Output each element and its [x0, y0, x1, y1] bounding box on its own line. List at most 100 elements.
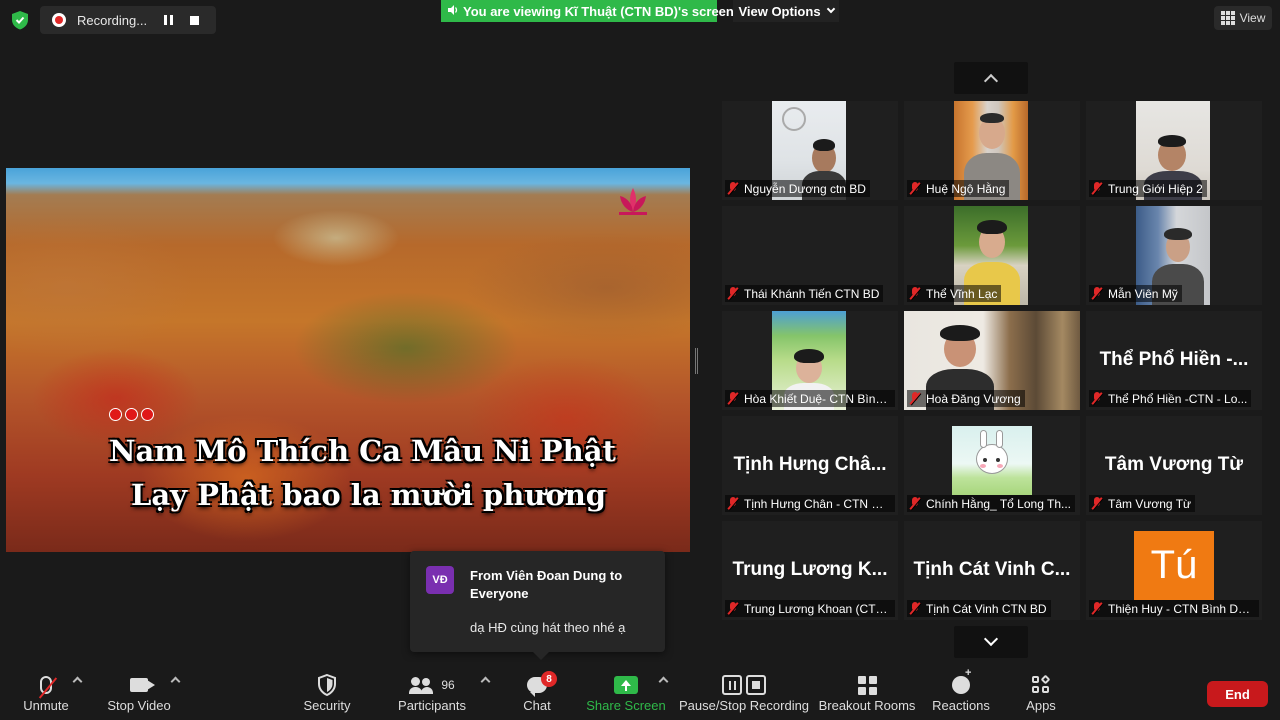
participant-nameplate: Huệ Ngộ Hằng: [907, 180, 1010, 197]
apps-icon: [1032, 674, 1051, 694]
stop-icon: [189, 15, 199, 25]
participant-nameplate: Nguyễn Dương ctn BD: [725, 180, 870, 197]
lotus-logo-icon: [619, 188, 647, 215]
participant-nameplate: Mẫn Viên Mỹ: [1089, 285, 1182, 302]
participant-tile[interactable]: Tú Thiện Huy - CTN Bình Dư...: [1086, 521, 1262, 620]
sender-avatar: VĐ: [426, 566, 454, 594]
reactions-smiley-icon: [952, 667, 971, 694]
shared-screen-video[interactable]: Nam Mô Thích Ca Mâu Ni Phật Lạy Phật bao…: [6, 168, 690, 552]
encryption-shield-icon[interactable]: [9, 9, 31, 31]
participant-nameplate: Thiện Huy - CTN Bình Dư...: [1089, 600, 1259, 617]
participant-nameplate: Tịnh Hưng Chân - CTN Bì...: [725, 495, 895, 512]
apps-label: Apps: [1026, 698, 1056, 713]
stop-video-label: Stop Video: [107, 698, 171, 713]
view-label: View: [1239, 11, 1266, 25]
lyric-line-1: Nam Mô Thích Ca Mâu Ni Phật: [109, 434, 616, 468]
unmute-button[interactable]: Unmute: [18, 662, 74, 720]
participant-nameplate: Trung Lương Khoan (CTN...: [725, 600, 895, 617]
pause-stop-recording-label: Pause/Stop Recording: [678, 698, 810, 713]
participants-options-caret-icon[interactable]: [480, 676, 491, 687]
meeting-toolbar: Unmute Stop Video Security 96 Participan…: [0, 662, 1280, 720]
chevron-down-icon: [826, 4, 835, 14]
end-meeting-button[interactable]: End: [1207, 681, 1268, 707]
participant-tile[interactable]: Tịnh Hưng Châ... Tịnh Hưng Chân - CTN Bì…: [722, 416, 898, 515]
panel-resize-handle[interactable]: [695, 348, 698, 374]
chat-sender: From Viên Đoan Dung to Everyone: [470, 568, 623, 601]
participant-tile[interactable]: Hòa Khiết Duệ- CTN Bình...: [722, 311, 898, 410]
pause-stop-recording-button[interactable]: Pause/Stop Recording: [678, 662, 810, 720]
unmute-label: Unmute: [23, 698, 69, 713]
microphone-muted-icon: [38, 676, 58, 699]
muted-mic-icon: [1091, 392, 1103, 405]
participant-tile[interactable]: Thể Phổ Hiền -... Thể Phổ Hiền -CTN - Lo…: [1086, 311, 1262, 410]
participants-icon: [409, 676, 434, 694]
participant-nameplate: Trung Giới Hiệp 2: [1089, 180, 1207, 197]
participant-avatar-image: [952, 426, 1032, 495]
chat-bubble-icon: 8: [527, 671, 557, 697]
chat-label: Chat: [523, 698, 551, 713]
participant-nameplate: Tịnh Cát Vinh CTN BD: [907, 600, 1051, 617]
gallery-page-down-button[interactable]: [954, 626, 1028, 658]
recording-indicator: Recording...: [40, 6, 216, 34]
chevron-down-icon: [983, 631, 999, 647]
participant-nameplate: Tâm Vương Từ: [1089, 495, 1196, 512]
share-screen-icon: [614, 676, 638, 694]
participant-avatar: Tú: [1134, 531, 1214, 600]
participant-tile[interactable]: Trung Giới Hiệp 2: [1086, 101, 1262, 200]
muted-mic-icon: [1091, 287, 1103, 300]
muted-mic-icon: [1091, 602, 1103, 615]
participants-button[interactable]: 96 Participants: [396, 662, 468, 720]
lyric-line-2: Lạy Phật bao la mười phương: [131, 478, 607, 512]
muted-mic-icon: [727, 287, 739, 300]
breakout-rooms-button[interactable]: Breakout Rooms: [819, 662, 915, 720]
participant-tile[interactable]: Tịnh Cát Vinh C... Tịnh Cát Vinh CTN BD: [904, 521, 1080, 620]
muted-mic-icon: [909, 392, 921, 405]
participants-count: 96: [441, 678, 455, 692]
muted-mic-icon: [727, 392, 739, 405]
recording-dot-icon: [52, 13, 66, 27]
chat-unread-badge: 8: [541, 671, 557, 687]
security-label: Security: [303, 698, 351, 713]
breakout-rooms-icon: [857, 675, 877, 695]
reactions-button[interactable]: Reactions: [932, 662, 990, 720]
pause-icon: [163, 15, 173, 25]
stop-video-button[interactable]: Stop Video: [104, 662, 174, 720]
participant-tile[interactable]: Nguyễn Dương ctn BD: [722, 101, 898, 200]
viewing-banner-text: You are viewing Kĩ Thuật (CTN BD)'s scre…: [463, 3, 734, 19]
participants-label: Participants: [398, 698, 466, 713]
reactions-label: Reactions: [932, 698, 990, 713]
speaker-icon: [447, 4, 459, 19]
participant-tile[interactable]: Tâm Vương Từ Tâm Vương Từ: [1086, 416, 1262, 515]
gallery-page-up-button[interactable]: [954, 62, 1028, 94]
stop-recording-button[interactable]: [183, 9, 205, 31]
grid-view-icon: [1220, 11, 1235, 25]
participant-tile[interactable]: Thể Vĩnh Lạc: [904, 206, 1080, 305]
participant-tile[interactable]: Huệ Ngộ Hằng: [904, 101, 1080, 200]
muted-mic-icon: [1091, 497, 1103, 510]
participant-tile[interactable]: Hoà Đăng Vương: [904, 311, 1080, 410]
share-screen-button[interactable]: Share Screen: [586, 662, 666, 720]
security-button[interactable]: Security: [300, 662, 354, 720]
apps-button[interactable]: Apps: [1022, 662, 1060, 720]
participant-display-name: Tịnh Cát Vinh C...: [913, 559, 1071, 580]
participant-tile[interactable]: Mẫn Viên Mỹ: [1086, 206, 1262, 305]
chat-button[interactable]: 8 Chat: [517, 662, 557, 720]
share-screen-label: Share Screen: [586, 698, 666, 713]
participant-tile[interactable]: Trung Lương K... Trung Lương Khoan (CTN.…: [722, 521, 898, 620]
participant-tile[interactable]: Thái Khánh Tiến CTN BD: [722, 206, 898, 305]
participant-display-name: Thể Phổ Hiền -...: [1099, 349, 1249, 370]
view-options-button[interactable]: View Options: [733, 0, 839, 22]
participant-display-name: Trung Lương K...: [732, 559, 888, 580]
participant-nameplate: Hòa Khiết Duệ- CTN Bình...: [725, 390, 895, 407]
view-button[interactable]: View: [1214, 6, 1272, 30]
participant-nameplate: Thể Vĩnh Lạc: [907, 285, 1002, 302]
participant-tile[interactable]: Chính Hằng_ Tổ Long Th...: [904, 416, 1080, 515]
chat-notification[interactable]: VĐ From Viên Đoan Dung to Everyone dạ HĐ…: [410, 551, 665, 660]
pause-recording-button[interactable]: [157, 9, 179, 31]
audio-options-caret-icon[interactable]: [72, 676, 83, 687]
zoom-meeting-window: Recording... You are viewing Kĩ Thuật (C…: [0, 0, 1280, 720]
muted-mic-icon: [727, 602, 739, 615]
karaoke-countdown-dots: [109, 408, 154, 421]
participant-nameplate: Chính Hằng_ Tổ Long Th...: [907, 495, 1075, 512]
chevron-up-icon: [983, 73, 999, 89]
